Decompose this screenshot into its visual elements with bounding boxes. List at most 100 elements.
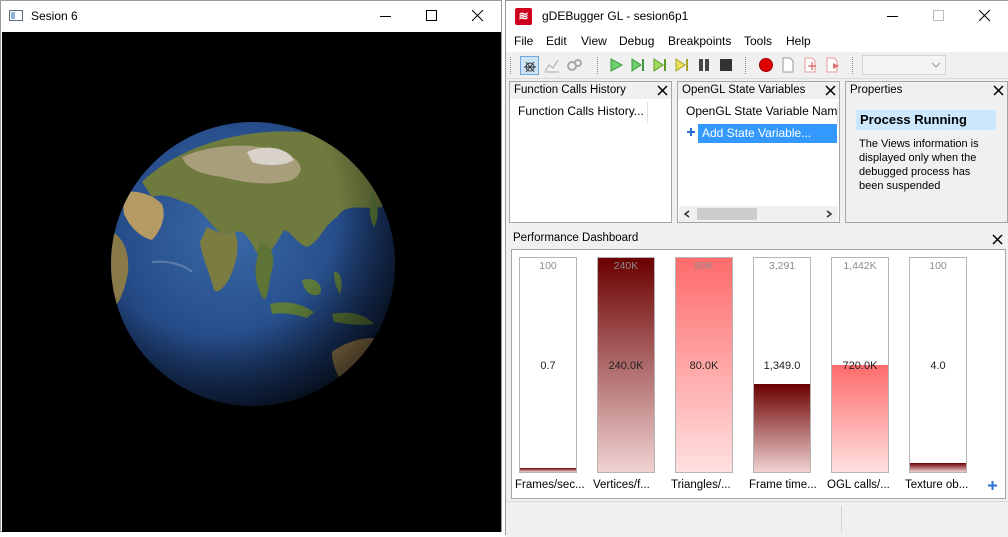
play-icon bbox=[610, 58, 624, 72]
function-calls-pane: Function Calls History Function Calls Hi… bbox=[509, 81, 672, 223]
status-divider bbox=[841, 506, 842, 532]
pane-header: OpenGL State Variables bbox=[678, 82, 839, 99]
close-button[interactable] bbox=[962, 1, 1008, 32]
close-icon[interactable] bbox=[992, 234, 1003, 245]
counter-value-label: 1,349.0 bbox=[763, 360, 801, 372]
horizontal-scrollbar[interactable] bbox=[679, 206, 838, 222]
menu-bar: File Edit View Debug Breakpoints Tools H… bbox=[506, 32, 1008, 52]
close-icon[interactable] bbox=[825, 85, 836, 96]
counter-name-label: Frames/sec... bbox=[515, 479, 585, 491]
bug-icon bbox=[524, 61, 536, 73]
close-icon bbox=[979, 10, 991, 22]
minimize-icon bbox=[380, 16, 391, 17]
stop-icon bbox=[720, 59, 732, 71]
counter-bar[interactable]: 100 4.0 bbox=[909, 257, 967, 473]
pane-header: Performance Dashboard bbox=[509, 230, 1008, 247]
menu-file[interactable]: File bbox=[514, 34, 533, 48]
pane-title: Properties bbox=[850, 84, 903, 96]
gdebugger-window: ≋ gDEBugger GL - sesion6p1 File Edit Vie… bbox=[505, 0, 1008, 537]
toolbar-grip[interactable] bbox=[510, 57, 514, 74]
column-header[interactable]: Function Calls History... bbox=[512, 102, 648, 123]
counter-name-label: Triangles/... bbox=[671, 479, 731, 491]
counter-bar[interactable]: 80K 80.0K bbox=[675, 257, 733, 473]
analyze-mode-button[interactable] bbox=[565, 56, 584, 75]
close-button[interactable] bbox=[455, 1, 501, 32]
properties-message: The Views information is displayed only … bbox=[859, 137, 979, 193]
title-bar[interactable]: Sesion 6 bbox=[1, 1, 501, 32]
close-icon[interactable] bbox=[993, 85, 1004, 96]
chevron-down-icon bbox=[931, 62, 941, 68]
menu-edit[interactable]: Edit bbox=[546, 34, 567, 48]
close-icon[interactable] bbox=[657, 85, 668, 96]
message-line: debugged process has bbox=[859, 166, 971, 178]
window-title: gDEBugger GL - sesion6p1 bbox=[542, 9, 689, 23]
remove-breakpoint-button[interactable] bbox=[823, 56, 842, 75]
menu-help[interactable]: Help bbox=[786, 34, 811, 48]
counter-bar[interactable]: 1,442K 720.0K bbox=[831, 257, 889, 473]
counter-bar[interactable]: 240K 240.0K bbox=[597, 257, 655, 473]
menu-tools[interactable]: Tools bbox=[744, 34, 772, 48]
frame-step-button[interactable] bbox=[629, 56, 648, 75]
scrollbar-thumb[interactable] bbox=[697, 208, 757, 220]
counter-bar[interactable]: 100 0.7 bbox=[519, 257, 577, 473]
counter-bar-fill bbox=[910, 463, 966, 472]
earth-globe-image bbox=[111, 122, 395, 406]
column-header[interactable]: OpenGL State Variable Name bbox=[680, 102, 838, 123]
api-step-button[interactable] bbox=[673, 56, 692, 75]
document-add-icon bbox=[804, 57, 816, 73]
process-status-heading: Process Running bbox=[856, 110, 996, 130]
toolbar-grip[interactable] bbox=[745, 57, 749, 74]
menu-debug[interactable]: Debug bbox=[619, 34, 654, 48]
go-button[interactable] bbox=[607, 56, 626, 75]
pane-header: Function Calls History bbox=[510, 82, 671, 99]
menu-view[interactable]: View bbox=[581, 34, 607, 48]
title-bar[interactable]: ≋ gDEBugger GL - sesion6p1 bbox=[506, 1, 1008, 32]
context-selector[interactable] bbox=[862, 55, 946, 75]
chart-icon bbox=[544, 59, 559, 73]
toolbar-grip[interactable] bbox=[597, 57, 601, 74]
menu-breakpoints[interactable]: Breakpoints bbox=[668, 34, 731, 48]
breakpoint-button[interactable] bbox=[757, 56, 776, 75]
maximize-button[interactable] bbox=[409, 1, 455, 32]
chevron-right-icon[interactable] bbox=[825, 210, 833, 218]
break-button[interactable] bbox=[695, 56, 714, 75]
counter-bar-fill bbox=[832, 365, 888, 472]
opengl-viewport[interactable] bbox=[2, 32, 501, 532]
counter-bar-fill bbox=[754, 384, 810, 472]
debug-mode-button[interactable] bbox=[520, 56, 539, 75]
minimize-button[interactable] bbox=[870, 1, 916, 32]
api-step-icon bbox=[675, 58, 688, 72]
counter-bar-fill bbox=[520, 468, 576, 472]
counter-max-label: 100 bbox=[929, 260, 947, 272]
add-breakpoint-button[interactable] bbox=[801, 56, 820, 75]
properties-pane: Properties Process Running The Views inf… bbox=[845, 81, 1008, 223]
counter-name-label: Texture ob... bbox=[905, 479, 969, 491]
state-variables-pane: OpenGL State Variables OpenGL State Vari… bbox=[677, 81, 840, 223]
render-window: Sesion 6 bbox=[0, 0, 502, 532]
toolbar-grip[interactable] bbox=[852, 57, 856, 74]
gdebugger-app-icon: ≋ bbox=[515, 8, 532, 25]
plus-icon bbox=[687, 128, 695, 136]
close-icon bbox=[472, 10, 484, 22]
stop-button[interactable] bbox=[717, 56, 736, 75]
pane-title: Function Calls History bbox=[514, 84, 626, 96]
add-counter-icon[interactable] bbox=[987, 480, 998, 491]
message-line: The Views information is bbox=[859, 138, 979, 150]
chevron-left-icon[interactable] bbox=[683, 210, 691, 218]
add-state-variable-item[interactable]: Add State Variable... bbox=[698, 124, 837, 143]
maximize-button[interactable] bbox=[916, 1, 962, 32]
frame-step-icon bbox=[631, 58, 644, 72]
minimize-button[interactable] bbox=[363, 1, 409, 32]
counter-value-label: 720.0K bbox=[842, 360, 878, 372]
counter-value-label: 0.7 bbox=[540, 360, 556, 372]
counter-name-label: Frame time... bbox=[749, 479, 817, 491]
document-arrow-icon bbox=[826, 57, 839, 73]
maximize-icon bbox=[933, 10, 944, 21]
draw-step-button[interactable] bbox=[651, 56, 670, 75]
draw-step-icon bbox=[653, 58, 666, 72]
pane-header: Properties bbox=[846, 82, 1007, 99]
new-button[interactable] bbox=[779, 56, 798, 75]
counter-bar[interactable]: 3,291 1,349.0 bbox=[753, 257, 811, 473]
profile-mode-button[interactable] bbox=[543, 56, 562, 75]
counter-name-label: OGL calls/... bbox=[827, 479, 890, 491]
